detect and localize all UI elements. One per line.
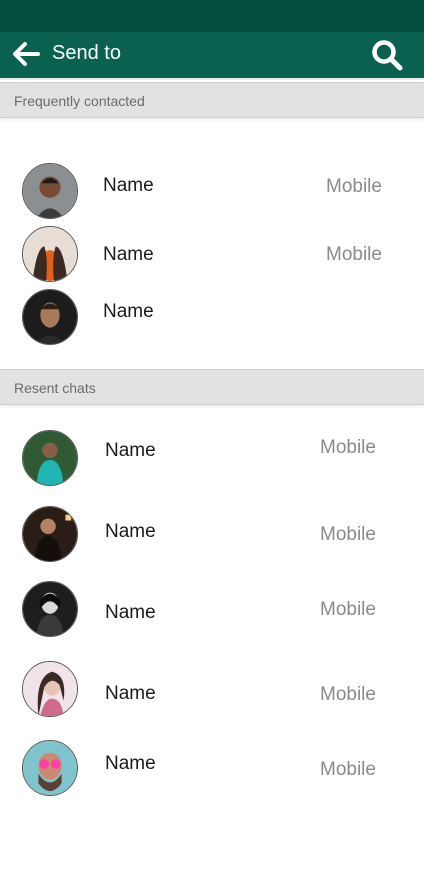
avatar (22, 289, 78, 345)
contact-name: Name (105, 602, 156, 623)
contact-row[interactable]: Name Mobile (0, 505, 424, 565)
section-title: Frequently contacted (14, 93, 145, 109)
contact-row[interactable]: Name Mobile (0, 161, 424, 221)
avatar (22, 163, 78, 219)
contact-phone-type: Mobile (320, 684, 376, 705)
contact-name: Name (103, 244, 154, 265)
contact-phone-type: Mobile (320, 759, 376, 780)
contact-phone-type: Mobile (320, 599, 376, 620)
contact-row[interactable]: Name Mobile (0, 429, 424, 489)
avatar (22, 430, 78, 486)
avatar (22, 740, 78, 796)
contact-row[interactable]: Name Mobile (0, 580, 424, 640)
contact-row[interactable]: Name (0, 287, 424, 347)
page-title: Send to (52, 42, 121, 64)
section-header-recent: Resent chats (0, 369, 424, 405)
contact-name: Name (105, 521, 156, 542)
contact-row[interactable]: Name Mobile (0, 660, 424, 720)
search-icon[interactable] (370, 38, 404, 72)
contact-name: Name (103, 301, 154, 322)
avatar (22, 581, 78, 637)
avatar (22, 506, 78, 562)
contact-row[interactable]: Name Mobile (0, 739, 424, 799)
avatar (22, 661, 78, 717)
contact-phone-type: Mobile (326, 176, 382, 197)
contact-phone-type: Mobile (320, 437, 376, 458)
section-header-frequent: Frequently contacted (0, 82, 424, 118)
contact-name: Name (103, 175, 154, 196)
contact-name: Name (105, 753, 156, 774)
status-bar (0, 0, 424, 32)
contact-name: Name (105, 440, 156, 461)
app-bar: Send to (0, 32, 424, 80)
contact-phone-type: Mobile (326, 244, 382, 265)
avatar (22, 226, 78, 282)
back-arrow-icon[interactable] (10, 38, 42, 70)
contact-name: Name (105, 683, 156, 704)
contact-phone-type: Mobile (320, 524, 376, 545)
section-title: Resent chats (14, 380, 96, 396)
contact-row[interactable]: Name Mobile (0, 224, 424, 284)
